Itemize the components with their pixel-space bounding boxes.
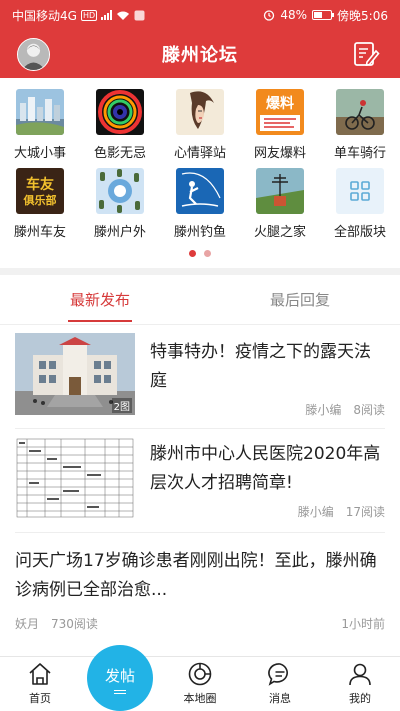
nav-home[interactable]: 首页 [0, 657, 80, 711]
page-dot-active[interactable] [189, 250, 196, 257]
camera-lens-thumbnail-icon [96, 89, 144, 135]
nav-label: 消息 [269, 692, 291, 705]
category-item[interactable]: 车友 俱乐部 滕州车友 [0, 168, 80, 240]
category-label: 全部版块 [333, 225, 386, 240]
news-tip-thumbnail-icon: 爆料 [256, 89, 304, 135]
divider [15, 532, 385, 533]
post-title[interactable]: 特事特办！疫情之下的露天法庭 [150, 338, 385, 396]
category-item[interactable]: 滕州户外 [80, 168, 160, 240]
nav-messages[interactable]: 消息 [240, 657, 320, 711]
cyclist-thumbnail-icon [336, 89, 384, 135]
hd-badge: HD [80, 9, 98, 21]
wifi-icon [117, 11, 130, 20]
post-button-label: 发帖 [104, 667, 135, 685]
avatar[interactable] [17, 38, 50, 71]
list-item[interactable]: 滕州市中心人民医院2020年高层次人才招聘简章! 滕小编 17阅读 [15, 435, 385, 535]
category-label: 心情驿站 [173, 146, 226, 161]
nav-label: 我的 [349, 692, 371, 705]
recruitment-table-image [15, 437, 135, 519]
alarm-icon [264, 10, 275, 21]
bottom-nav: 首页 本地圈 消息 我的 [0, 656, 400, 711]
post-author: 滕小编 [297, 505, 334, 519]
portrait-sketch-thumbnail-icon [176, 89, 224, 135]
home-icon [29, 663, 51, 685]
category-item[interactable]: 滕州钓鱼 [160, 168, 240, 240]
local-circle-icon [188, 662, 212, 686]
post-author: 滕小编 [305, 403, 342, 417]
category-item[interactable]: 爆料 网友爆料 [240, 89, 320, 161]
category-label: 火腿之家 [253, 225, 306, 240]
post-feed: 2图 特事特办！疫情之下的露天法庭 滕小编 8阅读 滕州市中心人民医院2020年… [0, 325, 400, 656]
court-building-photo: 2图 [15, 333, 135, 415]
post-reads: 17阅读 [345, 505, 385, 519]
profile-icon [349, 663, 371, 686]
svg-text:爆料: 爆料 [266, 95, 294, 112]
nav-profile[interactable]: 我的 [320, 657, 400, 711]
category-item[interactable]: 色影无忌 [80, 89, 160, 161]
page-title: 滕州论坛 [162, 45, 238, 66]
nav-local-circle[interactable]: 本地圈 [160, 657, 240, 711]
post-author: 妖月 [15, 617, 40, 631]
post-reads: 730阅读 [51, 617, 98, 631]
compose-icon[interactable] [352, 40, 380, 68]
feed-tabs: 最新发布 最后回复 [0, 275, 400, 325]
menu-lines-icon [114, 690, 126, 691]
divider [15, 428, 385, 429]
category-item[interactable]: 全部版块 [320, 168, 400, 240]
battery-icon [312, 10, 335, 20]
category-label: 滕州钓鱼 [173, 225, 226, 240]
outdoor-thumbnail-icon [96, 168, 144, 214]
app-notification-icon [134, 10, 145, 20]
category-label: 滕州户外 [93, 225, 146, 240]
carrier-label: 中国移动4G [12, 8, 77, 23]
post-time: 1小时前 [341, 617, 385, 631]
category-item[interactable]: 心情驿站 [160, 89, 240, 161]
category-item[interactable]: 大城小事 [0, 89, 80, 161]
category-label: 色影无忌 [93, 146, 146, 161]
list-item[interactable]: 问天广场17岁确诊患者刚刚出院！至此，滕州确诊病例已全部治愈... 妖月 730… [15, 547, 385, 639]
post-title[interactable]: 滕州市中心人民医院2020年高层次人才招聘简章! [150, 440, 385, 498]
category-label: 单车骑行 [333, 146, 386, 161]
post-reads: 8阅读 [353, 403, 385, 417]
category-label: 网友爆料 [253, 146, 306, 161]
category-label: 大城小事 [13, 146, 66, 161]
status-bar: 中国移动4G HD 48% 傍晚5:06 [0, 0, 400, 30]
post-title[interactable]: 问天广场17岁确诊患者刚刚出院！至此，滕州确诊病例已全部治愈... [15, 547, 385, 605]
nav-label: 首页 [29, 692, 51, 705]
page-indicator [0, 250, 400, 257]
list-item[interactable]: 2图 特事特办！疫情之下的露天法庭 滕小编 8阅读 [15, 333, 385, 433]
post-button[interactable]: 发帖 [87, 645, 153, 711]
post-meta: 滕小编 8阅读 [305, 401, 385, 418]
category-grid: 大城小事 色影无忌 心情驿站 爆料 网友爆料 单车骑行 车友 俱乐部 滕州车友 … [0, 78, 400, 268]
category-item[interactable]: 火腿之家 [240, 168, 320, 240]
tab-latest[interactable]: 最新发布 [0, 275, 200, 324]
page-dot[interactable] [204, 250, 211, 257]
nav-label: 本地圈 [183, 692, 217, 705]
battery-percent: 48% [280, 8, 308, 22]
ham-radio-thumbnail-icon [256, 168, 304, 214]
signal-icon [101, 10, 113, 20]
app-header: 滕州论坛 [0, 30, 400, 78]
svg-text:车友: 车友 [26, 176, 54, 193]
message-icon [268, 663, 288, 686]
category-label: 滕州车友 [13, 225, 66, 240]
city-thumbnail-icon [16, 89, 64, 135]
image-count-badge: 2图 [111, 398, 132, 413]
category-item[interactable]: 单车骑行 [320, 89, 400, 161]
grid-icon [336, 168, 384, 214]
fishing-thumbnail-icon [176, 168, 224, 214]
svg-text:俱乐部: 俱乐部 [23, 193, 57, 207]
post-meta: 妖月 730阅读 [15, 615, 98, 632]
post-meta: 滕小编 17阅读 [298, 503, 385, 520]
clock: 傍晚5:06 [337, 8, 388, 23]
car-club-thumbnail-icon: 车友 俱乐部 [16, 168, 64, 214]
tab-last-reply[interactable]: 最后回复 [200, 275, 400, 324]
